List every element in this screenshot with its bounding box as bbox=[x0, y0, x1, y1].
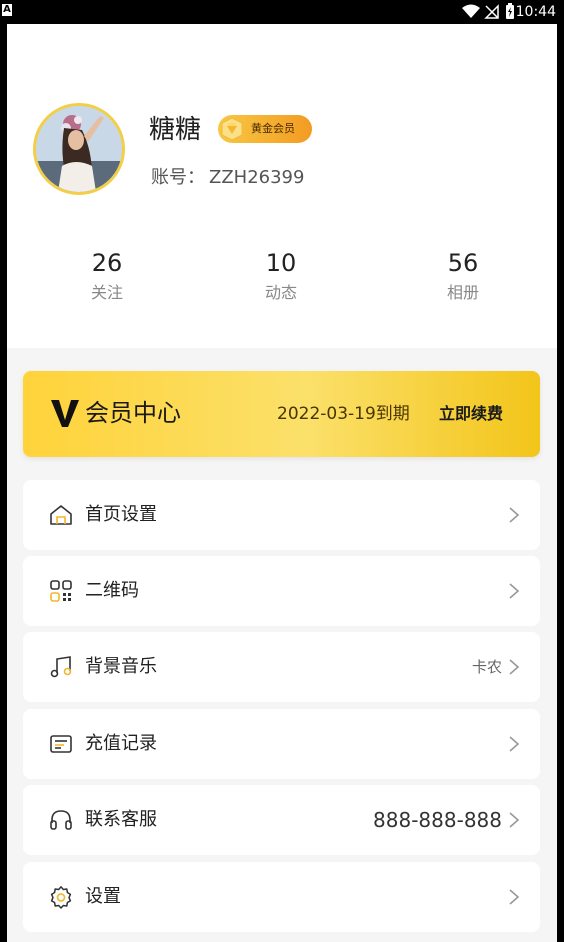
chevron-right-icon bbox=[509, 812, 520, 828]
menu-item-recharge-records[interactable]: 充值记录 bbox=[23, 709, 540, 779]
status-bar: A 10:44 bbox=[0, 0, 564, 24]
clock: 10:44 bbox=[515, 4, 556, 20]
renew-button[interactable]: 立即续费 bbox=[439, 401, 503, 427]
chevron-right-icon bbox=[509, 889, 520, 905]
menu-label: 充值记录 bbox=[85, 733, 157, 754]
stat-posts-label: 动态 bbox=[264, 283, 297, 302]
stat-following[interactable]: 26 关注 bbox=[47, 248, 167, 304]
headphones-icon bbox=[50, 810, 72, 830]
stat-albums[interactable]: 56 相册 bbox=[403, 248, 523, 304]
avatar-image bbox=[36, 106, 122, 192]
menu-item-background-music[interactable]: 背景音乐 卡农 bbox=[23, 632, 540, 702]
menu-label: 联系客服 bbox=[85, 809, 157, 830]
avatar[interactable] bbox=[33, 103, 125, 195]
stat-following-label: 关注 bbox=[90, 283, 123, 302]
menu-label: 首页设置 bbox=[85, 504, 157, 525]
stat-albums-label: 相册 bbox=[446, 283, 479, 302]
qrcode-icon bbox=[50, 580, 72, 602]
badge-label: 黄金会员 bbox=[251, 122, 295, 135]
chevron-right-icon bbox=[509, 736, 520, 752]
signal-icon bbox=[484, 4, 499, 19]
stat-posts[interactable]: 10 动态 bbox=[221, 248, 341, 304]
music-value: 卡农 bbox=[471, 658, 502, 676]
phone-frame: 糖糖 黄金会员 账号： ZZH26399 26 关注 10 动态 56 相册 会… bbox=[0, 24, 564, 942]
app-screen: 糖糖 黄金会员 账号： ZZH26399 26 关注 10 动态 56 相册 会… bbox=[7, 24, 557, 942]
menu-label: 背景音乐 bbox=[85, 656, 157, 677]
chevron-right-icon bbox=[509, 583, 520, 599]
service-phone: 888-888-888 bbox=[373, 808, 502, 832]
notification-icon: A bbox=[2, 4, 12, 16]
stat-following-count: 26 bbox=[91, 249, 123, 277]
status-icons bbox=[462, 3, 514, 19]
stat-albums-count: 56 bbox=[447, 249, 479, 277]
gear-icon bbox=[50, 886, 72, 909]
stat-posts-count: 10 bbox=[265, 249, 297, 277]
chevron-right-icon bbox=[509, 507, 520, 523]
home-icon bbox=[50, 505, 72, 525]
username: 糖糖 bbox=[149, 115, 202, 145]
profile-header: 糖糖 黄金会员 账号： ZZH26399 26 关注 10 动态 56 相册 bbox=[7, 24, 557, 348]
menu-item-settings[interactable]: 设置 bbox=[23, 862, 540, 932]
menu-label: 二维码 bbox=[85, 580, 139, 601]
account-label: 账号： bbox=[151, 167, 205, 188]
vip-center-card[interactable]: V 会员中心 2022-03-19到期 立即续费 bbox=[23, 371, 540, 457]
account-id: ZZH26399 bbox=[209, 167, 305, 188]
diamond-icon bbox=[221, 117, 243, 141]
vip-expiry: 2022-03-19到期 bbox=[277, 404, 410, 424]
menu-label: 设置 bbox=[85, 886, 121, 907]
menu-item-home-settings[interactable]: 首页设置 bbox=[23, 480, 540, 550]
vip-v-icon bbox=[51, 400, 79, 427]
battery-icon bbox=[506, 3, 514, 19]
menu-item-qrcode[interactable]: 二维码 bbox=[23, 556, 540, 626]
membership-badge[interactable]: 黄金会员 bbox=[218, 115, 312, 143]
wifi-icon bbox=[462, 4, 480, 18]
chevron-right-icon bbox=[509, 659, 520, 675]
record-icon bbox=[50, 735, 72, 753]
vip-title: 会员中心 bbox=[85, 399, 181, 427]
menu-item-customer-service[interactable]: 联系客服 888-888-888 bbox=[23, 785, 540, 855]
music-note-icon bbox=[50, 656, 72, 678]
